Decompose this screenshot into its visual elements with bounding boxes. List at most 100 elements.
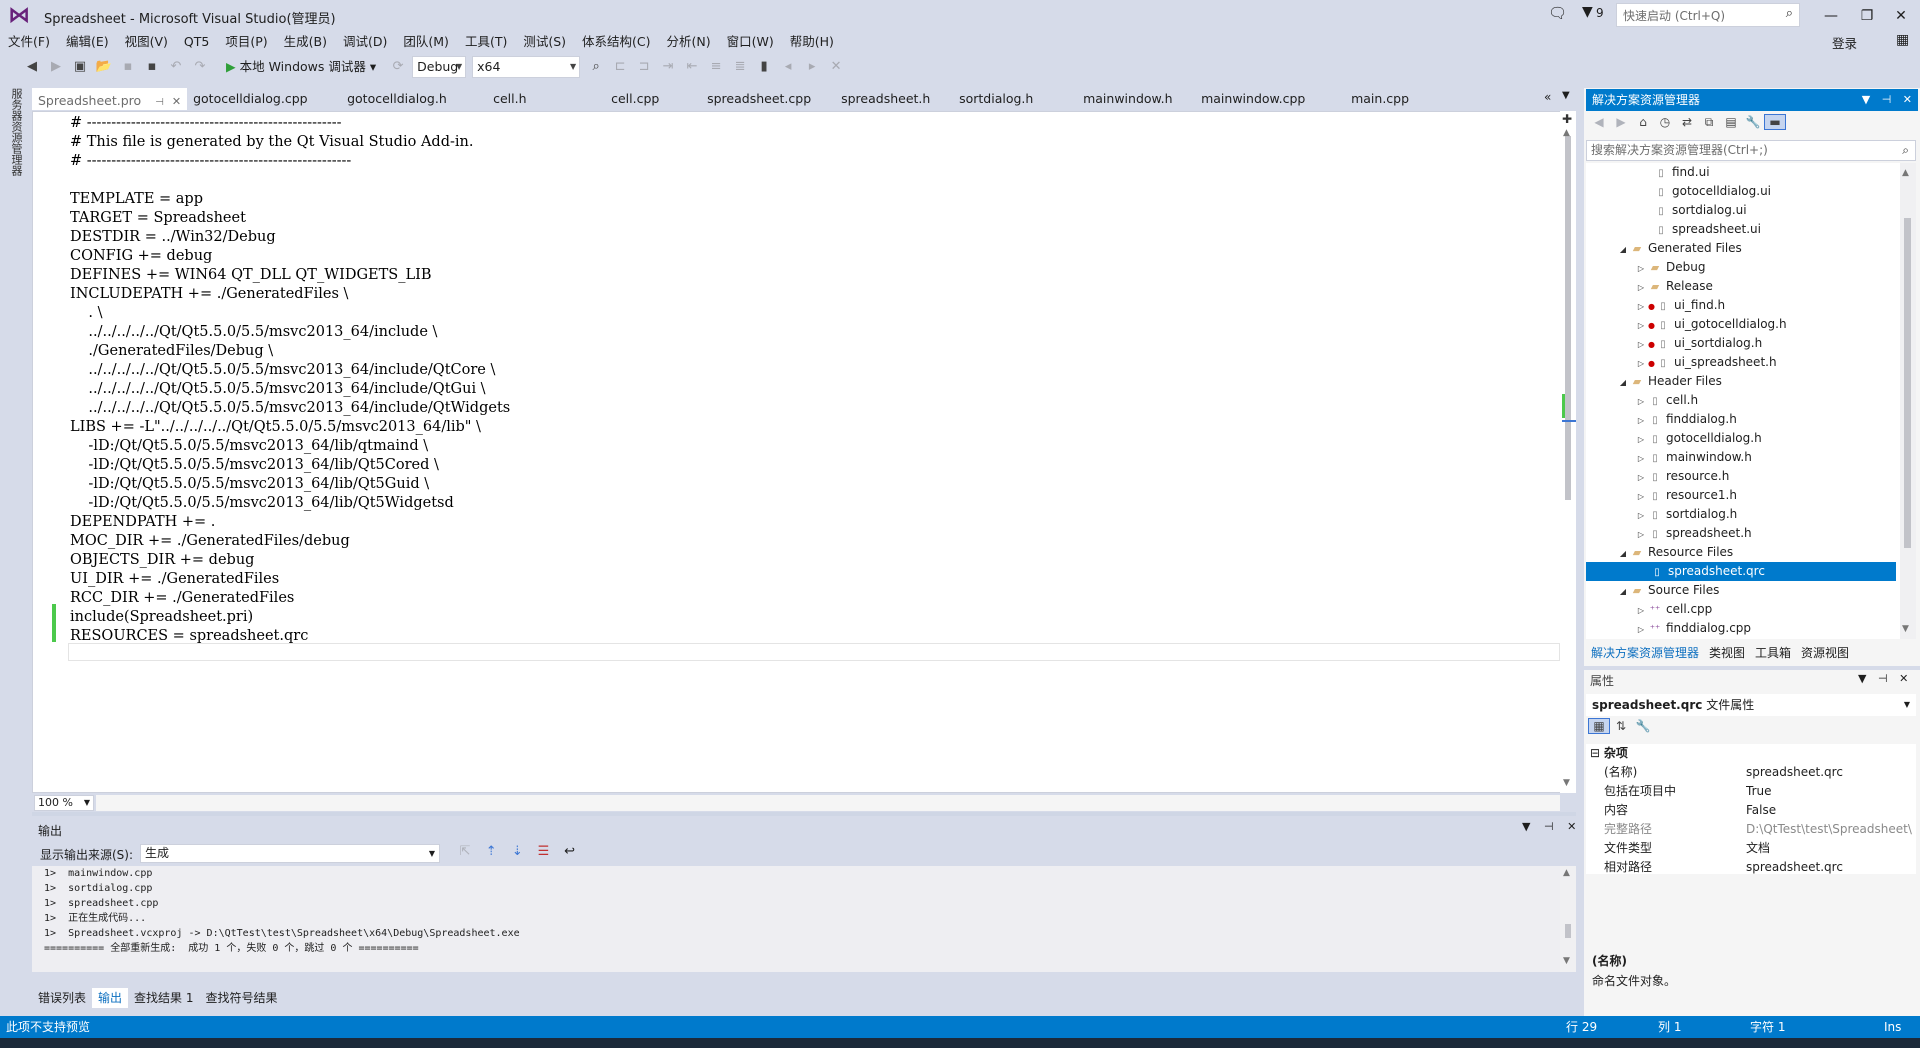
pane-splitter[interactable] (32, 812, 1576, 816)
prev-bookmark-icon[interactable]: ◂ (778, 57, 798, 77)
uncomment-icon[interactable]: ≣ (730, 57, 750, 77)
chevron-right-icon[interactable]: ▷ (1634, 449, 1648, 468)
find-in-files-icon[interactable]: ⌕ (586, 57, 606, 77)
tree-node[interactable]: ▯ gotocelldialog.ui (1654, 182, 1771, 201)
tree-node[interactable]: ▷ ● ▯ ui_sortdialog.h (1634, 334, 1762, 353)
tab-document[interactable]: main.cpp (1345, 88, 1445, 110)
editor-horizontal-scrollbar[interactable] (96, 795, 1560, 811)
back-icon[interactable]: ◀ (22, 57, 42, 77)
menu-item[interactable]: 窗口(W) (719, 32, 782, 52)
word-wrap-icon[interactable]: ↩ (559, 844, 581, 859)
tab-spreadsheet-pro[interactable]: Spreadsheet.pro ⊣ ✕ (32, 88, 188, 110)
close-icon[interactable]: ✕ (1903, 93, 1912, 106)
login-link[interactable]: 登录 (1832, 33, 1857, 52)
tree-node[interactable]: ▷ ▰ Debug (1634, 258, 1706, 277)
close-icon[interactable]: ✕ (1899, 672, 1908, 685)
configuration-select[interactable]: Debug ▼ (412, 56, 467, 78)
menu-item[interactable]: 测试(S) (515, 32, 574, 52)
pin-icon[interactable]: ⊣ (1878, 672, 1888, 685)
forward-icon[interactable]: ▶ (46, 57, 66, 77)
tab-document[interactable]: gotocelldialog.cpp (187, 88, 341, 110)
close-icon[interactable]: ✕ (172, 95, 181, 108)
tree-node[interactable]: ▷ ▯ cell.h (1634, 391, 1698, 410)
filter-icon[interactable]: ▼ (1582, 4, 1593, 20)
property-row[interactable]: 包括在项目中 True (1586, 782, 1916, 801)
server-explorer-tab[interactable]: 服务器资源管理器 (8, 88, 23, 176)
tree-node[interactable]: ◢ ▰ Header Files (1616, 372, 1722, 391)
property-value[interactable]: False (1746, 801, 1914, 820)
tab-document[interactable]: gotocelldialog.h (341, 88, 487, 110)
property-row[interactable]: 完整路径 D:\QtTest\test\Spreadsheet\ (1586, 820, 1916, 839)
feedback-icon[interactable]: ▦ (1896, 32, 1909, 48)
tree-node[interactable]: ▷ ● ▯ ui_find.h (1634, 296, 1725, 315)
chevron-right-icon[interactable]: ▷ (1634, 601, 1648, 620)
close-button[interactable]: ✕ (1886, 4, 1916, 28)
tree-node[interactable]: ▷ ▯ mainwindow.h (1634, 448, 1752, 467)
bottom-tab[interactable]: 查找符号结果 (199, 988, 283, 1008)
tree-node[interactable]: ▯ spreadsheet.ui (1654, 220, 1761, 239)
bookmark-icon[interactable]: ▮ (754, 57, 774, 77)
chevron-right-icon[interactable]: ▷ (1634, 487, 1648, 506)
zoom-select[interactable]: 100 % ▼ (34, 795, 94, 811)
collapse-icon[interactable]: ⊟ (1590, 746, 1600, 760)
scrollbar-thumb[interactable] (1565, 924, 1571, 938)
property-row[interactable]: 相对路径 spreadsheet.qrc (1586, 858, 1916, 877)
pin-icon[interactable]: ⊣ (1544, 820, 1554, 833)
output-source-select[interactable]: 生成 ▼ (140, 844, 440, 863)
menu-item[interactable]: QT5 (176, 32, 217, 52)
menu-item[interactable]: 编辑(E) (58, 32, 117, 52)
scroll-up-icon[interactable]: ▲ (1563, 868, 1570, 878)
tree-node[interactable]: ▷ ▯ sortdialog.h (1634, 505, 1737, 524)
chevron-down-icon[interactable]: ◢ (1616, 240, 1630, 259)
chevron-down-icon[interactable]: ▼ (1862, 93, 1870, 106)
save-icon[interactable]: ▪ (118, 57, 138, 77)
comment-icon[interactable]: ≡ (706, 57, 726, 77)
tree-node[interactable]: ▯ find.ui (1654, 163, 1709, 182)
menu-item[interactable]: 团队(M) (395, 32, 457, 52)
chevron-down-icon[interactable]: ◢ (1616, 373, 1630, 392)
menu-item[interactable]: 分析(N) (659, 32, 719, 52)
quick-launch-input[interactable]: 快速启动 (Ctrl+Q) ⌕ (1616, 3, 1800, 27)
solution-explorer-tab[interactable]: 工具箱 (1750, 642, 1796, 664)
menu-item[interactable]: 视图(V) (117, 32, 176, 52)
pin-icon[interactable]: ⊣ (155, 97, 164, 108)
menu-item[interactable]: 帮助(H) (782, 32, 842, 52)
tab-document[interactable]: mainwindow.h (1077, 88, 1195, 110)
scrollbar-thumb[interactable] (1904, 218, 1911, 548)
tab-document[interactable]: mainwindow.cpp (1195, 88, 1345, 110)
tab-document[interactable]: sortdialog.h (953, 88, 1077, 110)
output-text[interactable]: 1> mainwindow.cpp 1> sortdialog.cpp 1> s… (44, 866, 520, 956)
tab-overflow-icon[interactable]: « (1544, 90, 1551, 104)
refresh-icon[interactable]: ⟳ (388, 57, 408, 77)
chevron-right-icon[interactable]: ▷ (1634, 525, 1648, 544)
clear-all-icon[interactable]: ☰ (532, 844, 554, 859)
editor-text[interactable]: # --------------------------------------… (70, 114, 510, 646)
clear-bookmarks-icon[interactable]: ✕ (826, 57, 846, 77)
tab-document[interactable]: spreadsheet.h (835, 88, 953, 110)
chevron-right-icon[interactable]: ▷ (1634, 278, 1648, 297)
scroll-down-icon[interactable]: ▼ (1902, 624, 1909, 634)
minimize-button[interactable]: — (1816, 4, 1846, 28)
notification-icon[interactable]: 🗨 (1548, 4, 1567, 22)
save-all-icon[interactable]: ▪ (142, 57, 162, 77)
pin-icon[interactable]: ⊣ (1882, 93, 1892, 106)
tree-node[interactable]: ▷ ● ▯ ui_gotocelldialog.h (1634, 315, 1787, 334)
chevron-down-icon[interactable]: ▼ (1858, 672, 1866, 685)
bottom-tab[interactable]: 查找结果 1 (128, 988, 199, 1008)
property-row[interactable]: 内容 False (1586, 801, 1916, 820)
align-left-icon[interactable]: ⊏ (610, 57, 630, 77)
property-value[interactable]: spreadsheet.qrc (1746, 763, 1914, 782)
scroll-up-icon[interactable]: ▲ (1563, 128, 1570, 138)
chevron-down-icon[interactable]: ◢ (1616, 544, 1630, 563)
forward-icon[interactable]: ▶ (1610, 115, 1632, 129)
tree-node[interactable]: ▯ sortdialog.ui (1654, 201, 1746, 220)
property-value[interactable]: 文档 (1746, 839, 1914, 858)
chevron-right-icon[interactable]: ▷ (1634, 392, 1648, 411)
property-value[interactable]: True (1746, 782, 1914, 801)
tree-node[interactable]: ◢ ▰ Source Files (1616, 581, 1719, 600)
properties-object-select[interactable]: spreadsheet.qrc 文件属性 ▼ (1586, 694, 1916, 716)
home-icon[interactable]: ⌂ (1632, 115, 1654, 129)
chevron-down-icon[interactable]: ▼ (1562, 90, 1570, 101)
solution-explorer-tab[interactable]: 类视图 (1704, 642, 1750, 664)
redo-icon[interactable]: ↷ (190, 57, 210, 77)
